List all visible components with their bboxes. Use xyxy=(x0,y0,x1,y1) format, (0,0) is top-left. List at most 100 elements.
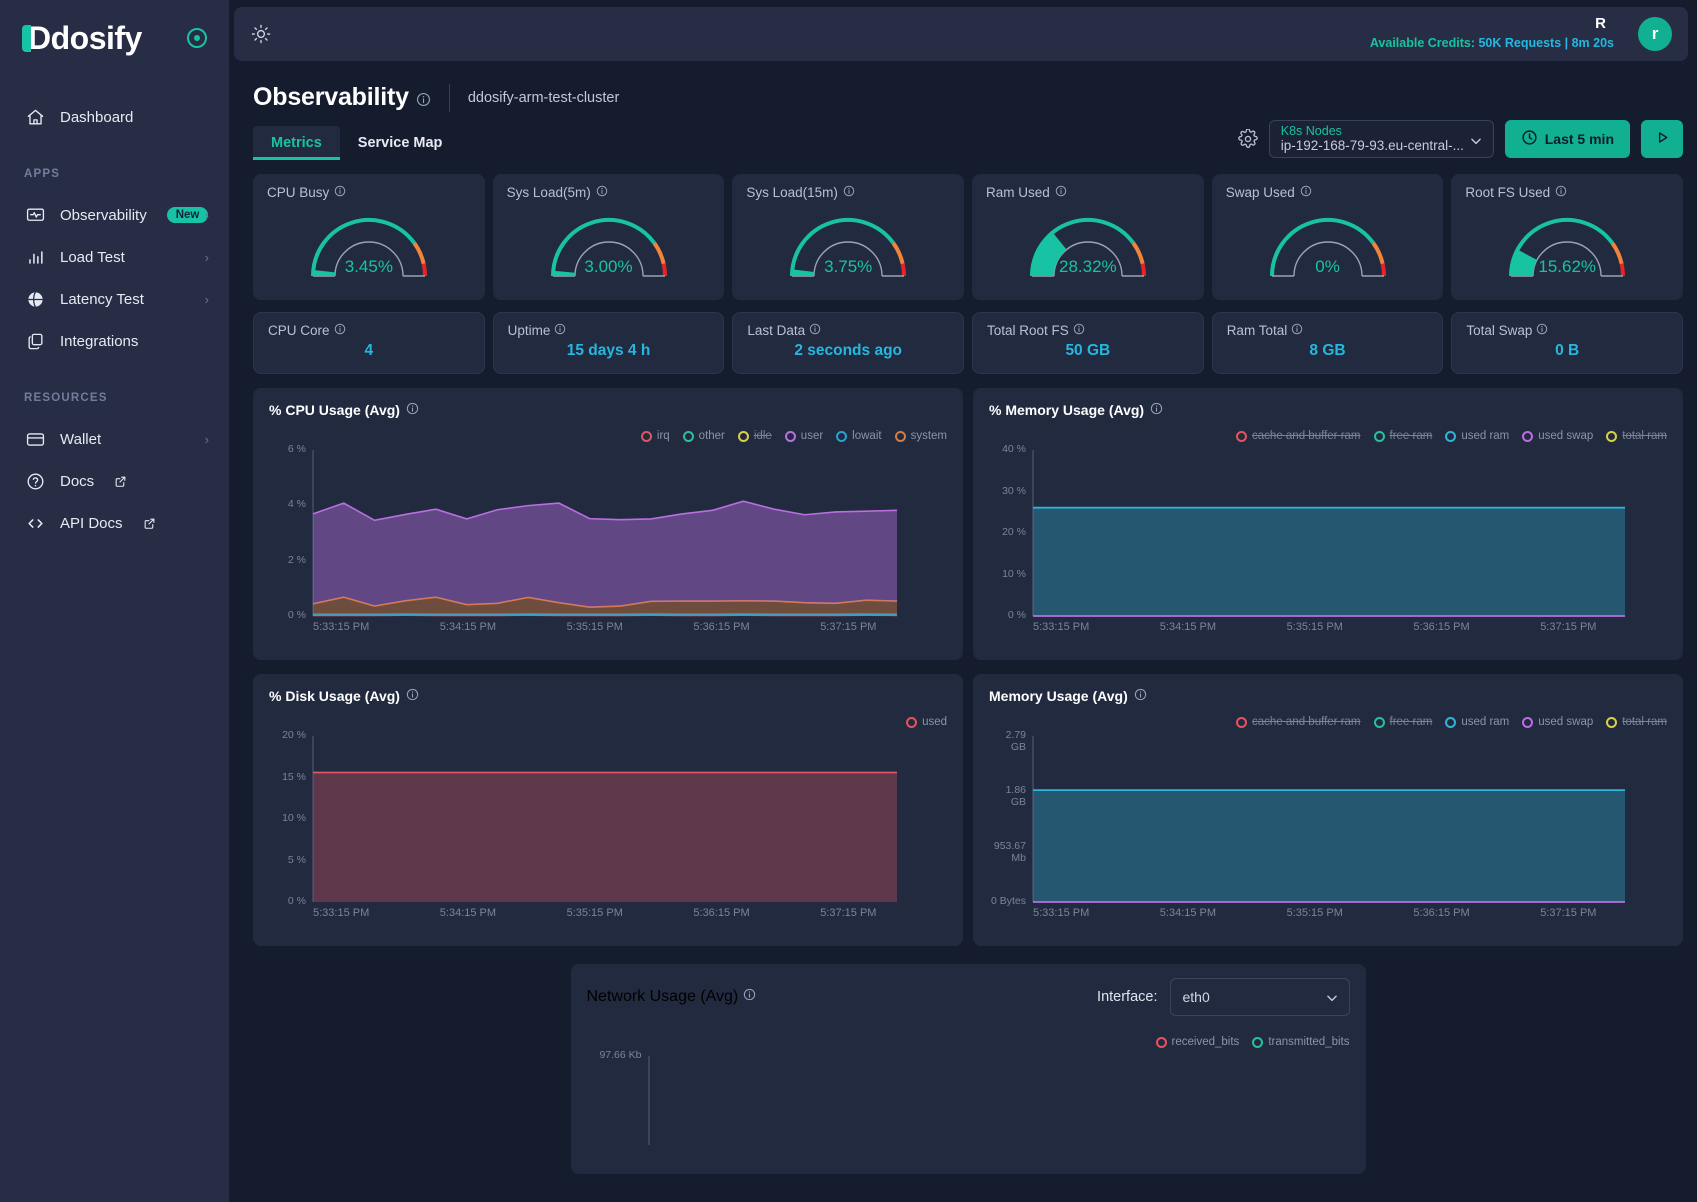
sidebar-item-dashboard[interactable]: Dashboard xyxy=(0,96,229,138)
card-title: Sys Load(5m) xyxy=(507,185,711,200)
sidebar-item-latency-test[interactable]: Latency Test › xyxy=(0,278,229,320)
home-icon xyxy=(24,106,46,128)
page-header: Observability ddosify-arm-test-cluster xyxy=(229,61,1697,112)
node-select-label: K8s Nodes xyxy=(1280,124,1342,138)
legend-item-system[interactable]: system xyxy=(894,430,947,442)
avatar[interactable]: r xyxy=(1638,17,1672,51)
info-icon[interactable] xyxy=(1055,185,1067,200)
card-title: CPU Busy xyxy=(267,185,471,200)
chevron-right-icon: › xyxy=(204,207,209,223)
sidebar-item-wallet[interactable]: Wallet › xyxy=(0,418,229,460)
legend-item-idle[interactable]: idle xyxy=(737,430,772,442)
legend-item-cache-and-buffer-ram[interactable]: cache and buffer ram xyxy=(1236,430,1361,442)
legend-item-total-ram[interactable]: total ram xyxy=(1606,430,1667,442)
legend-color-dot xyxy=(1606,430,1618,442)
interface-select[interactable]: eth0 xyxy=(1169,978,1350,1016)
sidebar-section-resources: RESOURCES xyxy=(24,392,108,404)
legend-color-dot xyxy=(1606,716,1618,728)
info-icon[interactable] xyxy=(554,323,566,338)
info-icon[interactable] xyxy=(1536,323,1548,338)
info-icon[interactable] xyxy=(406,402,419,418)
sidebar-item-observability[interactable]: Observability New › xyxy=(0,194,229,236)
panel-cpu-usage: % CPU Usage (Avg) irq other idle user lowait… xyxy=(253,388,963,660)
legend-item-used-swap[interactable]: used swap xyxy=(1522,430,1593,442)
time-range-button[interactable]: Last 5 min xyxy=(1504,120,1630,158)
x-axis-tick: 5:34:15 PM xyxy=(439,621,497,633)
legend-item-user[interactable]: user xyxy=(784,430,823,442)
tab-service-map[interactable]: Service Map xyxy=(340,126,461,160)
stat-card-ram-total: Ram Total 8 GB xyxy=(1211,312,1444,374)
legend-item-total-ram[interactable]: total ram xyxy=(1606,716,1667,728)
legend-color-dot xyxy=(894,430,906,442)
question-circle-icon xyxy=(24,470,46,492)
legend-item-lowait[interactable]: lowait xyxy=(836,430,882,442)
legend-item-used[interactable]: used xyxy=(906,716,947,728)
k8s-node-select[interactable]: K8s Nodes ip-192-168-79-93.eu-central-..… xyxy=(1268,120,1494,158)
brand-logo[interactable]: Ddosify xyxy=(22,22,142,54)
y-axis-tick: 4 % xyxy=(287,498,306,511)
sidebar-collapse-toggle[interactable] xyxy=(187,28,207,48)
info-icon[interactable] xyxy=(1134,688,1147,704)
tab-metrics[interactable]: Metrics xyxy=(253,126,340,160)
info-icon[interactable] xyxy=(406,688,419,704)
chart-svg xyxy=(1032,450,1625,617)
clock-icon xyxy=(1521,129,1538,149)
info-icon[interactable] xyxy=(596,185,608,200)
info-icon[interactable] xyxy=(416,92,431,107)
sidebar-item-docs[interactable]: Docs xyxy=(0,460,229,502)
chevron-right-icon: › xyxy=(204,291,209,307)
y-axis-tick: 2.79 GB xyxy=(1005,729,1026,753)
legend-color-dot xyxy=(1236,716,1248,728)
card-title-text: Uptime xyxy=(507,323,551,338)
x-axis-tick: 5:34:15 PM xyxy=(439,907,497,919)
legend-color-dot xyxy=(906,716,918,728)
legend-item-free-ram[interactable]: free ram xyxy=(1373,716,1432,728)
info-icon[interactable] xyxy=(809,323,821,338)
interface-label: Interface: xyxy=(1097,989,1158,1005)
card-title-text: Last Data xyxy=(747,323,806,338)
legend-item-used-ram[interactable]: used ram xyxy=(1445,430,1509,442)
info-icon[interactable] xyxy=(843,185,855,200)
card-title-text: Sys Load(15m) xyxy=(746,185,838,200)
legend-item-other[interactable]: other xyxy=(682,430,725,442)
panel-title-text: % CPU Usage (Avg) xyxy=(269,402,400,418)
sidebar-item-load-test[interactable]: Load Test › xyxy=(0,236,229,278)
y-axis-tick: 1.86 GB xyxy=(1005,784,1026,809)
charts-row-3: Network Usage (Avg) Interface: eth0 rece… xyxy=(229,946,1697,1174)
info-icon[interactable] xyxy=(1291,323,1303,338)
legend-item-free-ram[interactable]: free ram xyxy=(1373,430,1433,442)
legend-item-used-swap[interactable]: used swap xyxy=(1522,716,1593,728)
run-button[interactable] xyxy=(1641,120,1683,158)
panel-disk-usage: % Disk Usage (Avg) used 0 % 5 % 10 % 15 % 20… xyxy=(253,674,963,946)
info-icon[interactable] xyxy=(334,323,346,338)
sidebar-item-label: API Docs xyxy=(60,514,123,532)
legend-item-cache-and-buffer-ram[interactable]: cache and buffer ram xyxy=(1236,716,1361,728)
sidebar-item-integrations[interactable]: Integrations xyxy=(0,320,229,362)
card-title: Swap Used xyxy=(1226,185,1430,200)
info-icon[interactable] xyxy=(743,988,756,1005)
legend-color-dot xyxy=(682,430,694,442)
legend-label: free ram xyxy=(1389,430,1433,442)
info-icon[interactable] xyxy=(1073,323,1085,338)
y-axis-tick: 15 % xyxy=(282,770,306,783)
sun-icon[interactable] xyxy=(250,23,272,45)
sidebar: Ddosify Dashboard APPS Observability New xyxy=(0,0,229,1202)
legend-color-dot xyxy=(1373,430,1385,442)
sidebar-item-api-docs[interactable]: API Docs xyxy=(0,502,229,544)
legend-item-irq[interactable]: irq xyxy=(640,430,670,442)
card-title: Last Data xyxy=(747,323,949,338)
info-icon[interactable] xyxy=(334,185,346,200)
legend-item-transmitted-bits[interactable]: transmitted_bits xyxy=(1252,1036,1350,1048)
legend-item-received-bits[interactable]: received_bits xyxy=(1155,1036,1239,1048)
info-icon[interactable] xyxy=(1150,402,1163,418)
available-credits: Available Credits: 50K Requests | 8m 20s xyxy=(1370,36,1614,50)
gear-icon[interactable] xyxy=(1237,129,1258,149)
info-icon[interactable] xyxy=(1555,185,1567,200)
panel-title-text: Network Usage (Avg) xyxy=(586,988,739,1005)
info-icon[interactable] xyxy=(1300,185,1312,200)
stat-value: 0 B xyxy=(1555,342,1580,359)
y-axis-tick: 0 % xyxy=(1007,609,1026,621)
legend-item-used-ram[interactable]: used ram xyxy=(1445,716,1509,728)
credit-card-icon xyxy=(24,428,46,450)
gauge-card-sys-load-15m: Sys Load(15m) 3.75% xyxy=(732,174,965,300)
